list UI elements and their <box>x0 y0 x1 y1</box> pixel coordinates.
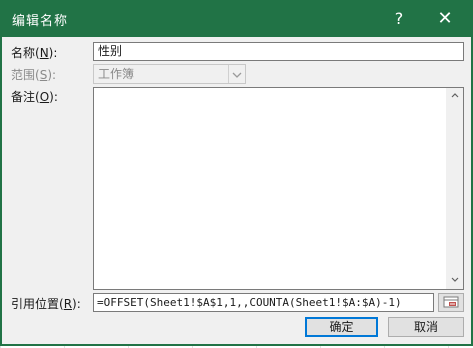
ok-button[interactable]: 确定 <box>305 317 378 337</box>
scroll-up-icon[interactable] <box>446 88 463 105</box>
dialog-titlebar: 编辑名称 ? ✕ <box>2 0 471 37</box>
comment-label: 备注(O): <box>11 90 58 104</box>
name-label: 名称(N): <box>11 46 58 60</box>
comment-textarea[interactable] <box>93 87 464 290</box>
chevron-down-icon <box>228 65 245 83</box>
range-select-icon <box>443 296 459 308</box>
range-picker-button[interactable] <box>438 293 464 312</box>
help-button[interactable]: ? <box>377 0 421 37</box>
close-icon: ✕ <box>437 8 453 29</box>
edit-name-dialog: 编辑名称 ? ✕ 名称(N): 性别 范围(S): 工作簿 备注(O): 引用位… <box>0 0 473 346</box>
dialog-title: 编辑名称 <box>12 14 69 29</box>
close-button[interactable]: ✕ <box>423 0 467 37</box>
scroll-down-icon[interactable] <box>446 272 463 289</box>
name-input[interactable]: 性别 <box>93 42 464 61</box>
scope-select: 工作簿 <box>93 64 246 84</box>
scope-value: 工作簿 <box>98 67 135 81</box>
scope-label: 范围(S): <box>11 68 57 82</box>
refers-to-input[interactable]: =OFFSET(Sheet1!$A$1,1,,COUNTA(Sheet1!$A:… <box>93 293 434 312</box>
cancel-button[interactable]: 取消 <box>388 317 464 337</box>
refers-to-label: 引用位置(R): <box>11 297 81 311</box>
comment-scrollbar[interactable] <box>446 88 463 289</box>
